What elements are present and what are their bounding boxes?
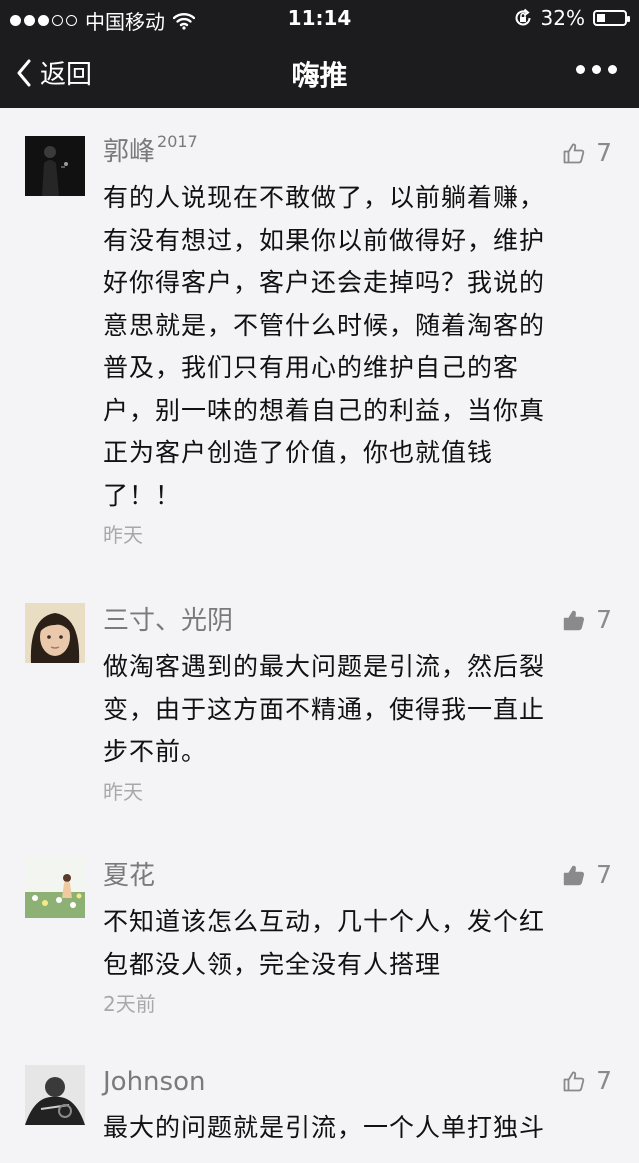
comment-line: 包都没人领，完全没有人搭理	[103, 949, 442, 979]
avatar[interactable]	[25, 1065, 85, 1125]
like-button[interactable]: 7	[562, 138, 612, 167]
like-button[interactable]: 7	[562, 860, 612, 889]
comment-line: 普及，我们只有用心的维护自己的客	[103, 353, 520, 382]
more-dot-icon	[608, 65, 617, 74]
more-menu-button[interactable]	[576, 65, 617, 74]
comment-text: 最大的问题就是引流，一个人单打独斗	[103, 1107, 617, 1150]
thumbs-up-filled-icon	[563, 610, 585, 630]
comment-line: 好你得客户，客户还会走掉吗？我说的	[103, 268, 546, 297]
avatar[interactable]	[25, 136, 85, 196]
top-bar: 中国移动 11:14 32% 返回 嗨推	[0, 0, 639, 108]
commenter-name[interactable]: 夏花	[103, 858, 617, 894]
comment-line: 最大的问题就是引流，一个人单打独斗	[103, 1113, 546, 1142]
comment-item: 7 Johnson 最大的问题就是引流，一个人单打独斗	[0, 1043, 639, 1163]
comment-time: 昨天	[103, 779, 143, 804]
like-button[interactable]: 7	[562, 1066, 612, 1095]
comment-line: 了！！	[103, 480, 182, 510]
comment-line: 有没有想过，如果你以前做得好，维护	[103, 225, 546, 255]
commenter-name-text: 夏花	[103, 861, 156, 891]
commenter-name-text: 三寸、光阴	[103, 606, 234, 636]
commenter-name[interactable]: Johnson	[103, 1064, 617, 1100]
status-bar: 中国移动 11:14 32%	[0, 0, 639, 36]
comment-time: 2天前	[103, 992, 156, 1016]
thumbs-up-outline-icon	[563, 1071, 585, 1091]
rotation-lock-icon	[515, 8, 531, 26]
like-count: 7	[596, 138, 612, 167]
battery-percent: 32%	[540, 6, 585, 30]
comment-list: 7 郭峰 2017 有的人说现在不敢做了，以前躺着赚， 有没有想过，如果你以前做得…	[0, 108, 639, 1163]
comment-item: 7 郭峰 2017 有的人说现在不敢做了，以前躺着赚， 有没有想过，如果你以前做得…	[0, 108, 639, 577]
more-dot-icon	[592, 65, 601, 74]
thumbs-up-filled-icon	[563, 865, 585, 885]
like-count: 7	[596, 860, 612, 889]
battery-icon	[593, 10, 630, 26]
comment-text: 有的人说现在不敢做了，以前躺着赚， 有没有想过，如果你以前做得好，维护 好你得客…	[103, 177, 617, 517]
comment-item: 7 夏花 不知道该怎么互动，几十个人，发个红 包都没人领，完全没有人搭理 2天前	[0, 831, 639, 1043]
like-button[interactable]: 7	[562, 605, 612, 634]
comment-time: 昨天	[103, 523, 143, 547]
commenter-name[interactable]: 郭峰 2017	[103, 134, 617, 170]
comment-line: 不知道该怎么互动，几十个人，发个红	[103, 907, 546, 936]
like-count: 7	[596, 605, 612, 634]
comment-line: 正为客户创造了价值，你也就值钱	[103, 438, 494, 467]
avatar[interactable]	[25, 603, 85, 663]
comment-line: 步不前。	[103, 737, 208, 766]
commenter-name[interactable]: 三寸、光阴	[103, 603, 617, 639]
comment-line: 做淘客遇到的最大问题是引流，然后裂	[103, 652, 546, 681]
commenter-name-text: Johnson	[103, 1067, 206, 1097]
avatar[interactable]	[25, 858, 85, 918]
thumbs-up-outline-icon	[563, 143, 585, 163]
comment-text: 不知道该怎么互动，几十个人，发个红 包都没人领，完全没有人搭理	[103, 901, 617, 986]
comment-text: 做淘客遇到的最大问题是引流，然后裂 变，由于这方面不精通，使得我一直止 步不前。	[103, 646, 617, 774]
comment-line: 有的人说现在不敢做了，以前躺着赚，	[103, 183, 546, 212]
comment-item: 7 三寸、光阴 做淘客遇到的最大问题是引流，然后裂 变，由于这方面不精通，使得我…	[0, 577, 639, 831]
comment-line: 户，别一味的想着自己的利益，当你真	[103, 395, 546, 425]
page-title: 嗨推	[291, 59, 348, 92]
battery-level-fill	[597, 14, 606, 22]
nav-bar: 返回 嗨推	[0, 36, 639, 108]
commenter-name-text: 郭峰	[103, 137, 156, 167]
comment-line: 变，由于这方面不精通，使得我一直止	[103, 694, 546, 724]
more-dot-icon	[576, 65, 585, 74]
like-count: 7	[596, 1066, 612, 1095]
commenter-name-sup: 2017	[157, 132, 198, 151]
comment-line: 意思就是，不管什么时候，随着淘客的	[103, 310, 546, 340]
